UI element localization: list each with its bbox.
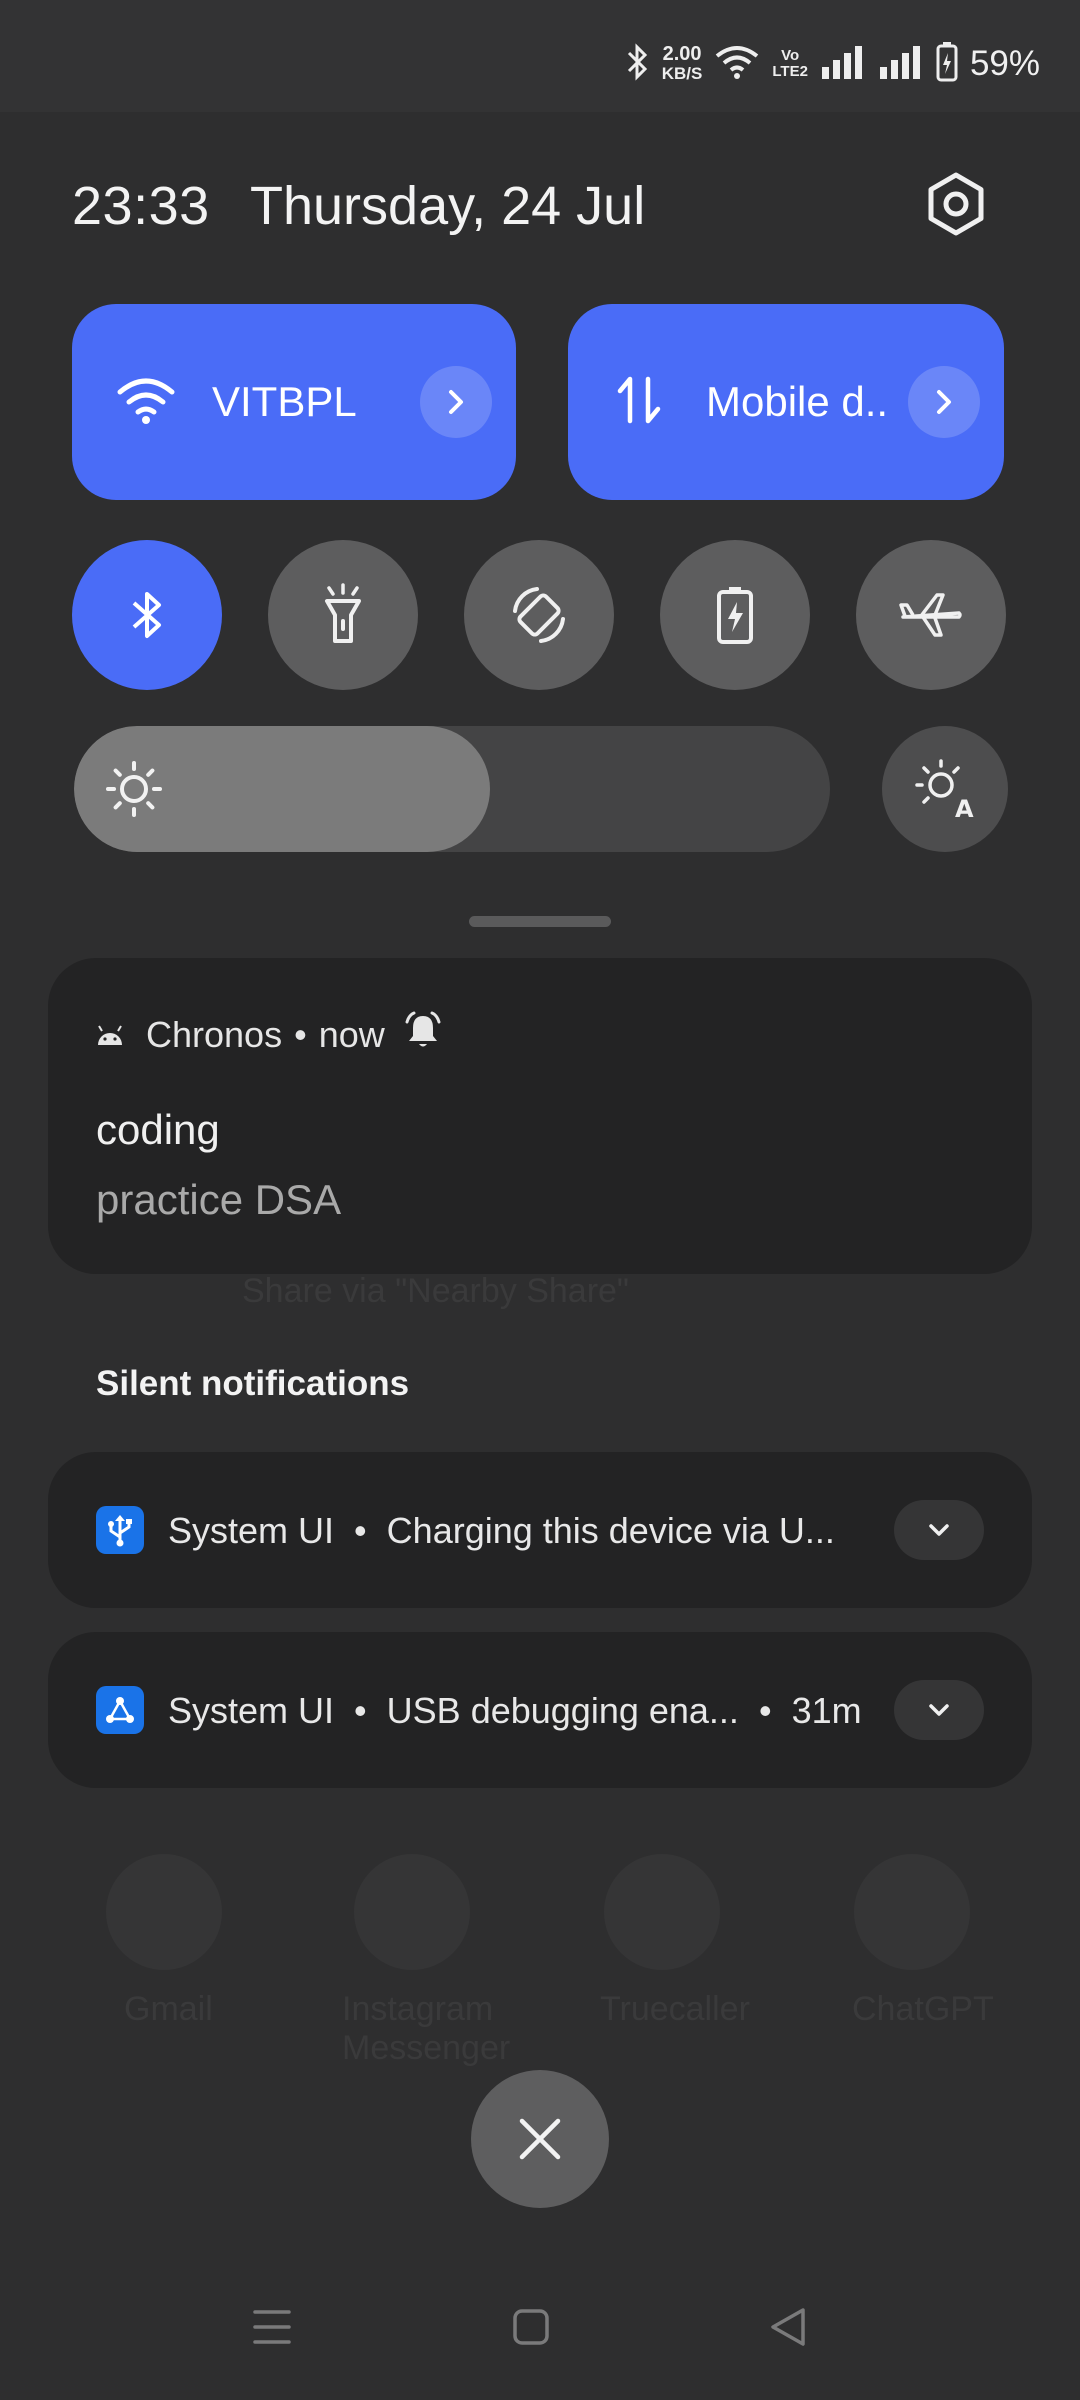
navigation-bar [0, 2270, 1080, 2400]
clock[interactable]: 23:33 [72, 175, 210, 237]
flashlight-toggle[interactable] [268, 540, 418, 690]
svg-text:A: A [955, 795, 974, 821]
square-home-icon [513, 2309, 549, 2345]
background-app-label: Truecaller [600, 1990, 750, 2028]
wifi-tile[interactable]: VITBPL [72, 304, 516, 500]
battery-percent: 59% [969, 44, 1040, 83]
debug-app-badge [96, 1686, 144, 1734]
chatgpt-app-icon [854, 1854, 970, 1970]
volte-indicator: Vo LTE2 [772, 47, 808, 80]
chevron-down-icon [929, 1704, 949, 1716]
separator-dot: • [758, 1690, 772, 1731]
truecaller-app-icon [604, 1854, 720, 1970]
notification-title: coding [96, 1106, 220, 1153]
chevron-down-icon [929, 1524, 949, 1536]
auto-brightness-icon: A [915, 759, 974, 821]
notification-time: now [318, 1013, 385, 1055]
brightness-slider[interactable] [74, 726, 830, 852]
rotate-icon [513, 587, 565, 643]
separator-dot: • [294, 1013, 307, 1055]
expand-button[interactable] [894, 1500, 984, 1560]
notification-app-name: System UI [168, 1690, 335, 1731]
auto-rotate-toggle[interactable] [464, 540, 614, 690]
alarm-bell-icon [403, 1010, 443, 1059]
home-button[interactable] [512, 2308, 550, 2351]
notification-time: 31m [791, 1690, 862, 1731]
usb-debugging-icon [106, 1697, 134, 1723]
settings-button[interactable] [920, 168, 992, 240]
battery-charging-icon [936, 41, 958, 87]
wifi-details-button[interactable] [420, 366, 492, 438]
bluetooth-icon [132, 592, 161, 638]
mobile-data-tile[interactable]: Mobile d.. [568, 304, 1004, 500]
brightness-icon [104, 759, 164, 824]
notification-summary: Charging this device via U... [386, 1510, 835, 1551]
bluetooth-status-icon [624, 42, 650, 86]
notification-app-name: Chronos [146, 1013, 283, 1055]
notification-text: practice DSA [96, 1176, 342, 1223]
battery-saver-toggle[interactable] [660, 540, 810, 690]
separator-dot: • [354, 1510, 367, 1551]
wifi-status-icon [714, 44, 760, 85]
wifi-network-name: VITBPL [212, 378, 357, 425]
airplane-icon [899, 593, 962, 637]
chevron-right-icon [449, 390, 463, 414]
flashlight-icon [325, 583, 361, 643]
recents-button[interactable] [252, 2308, 292, 2351]
usb-icon [108, 1515, 132, 1547]
menu-icon [253, 2310, 291, 2344]
signal-sim2-icon [878, 45, 924, 84]
signal-sim1-icon [820, 45, 866, 84]
bluetooth-toggle[interactable] [72, 540, 222, 690]
mobile-data-details-button[interactable] [908, 366, 980, 438]
android-app-icon [96, 1014, 124, 1056]
triangle-back-icon [771, 2308, 805, 2346]
usb-app-badge [96, 1506, 144, 1554]
wifi-icon [116, 375, 176, 430]
separator-dot: • [354, 1690, 367, 1731]
network-speed: 2.00 KB/S [661, 43, 703, 83]
charging-notification-text: System UI • Charging this device via U..… [168, 1510, 835, 1552]
chevron-right-icon [937, 390, 951, 414]
clear-all-button[interactable] [471, 2070, 609, 2208]
background-app-label: Instagram Messenger [342, 1990, 511, 2067]
settings-icon [928, 172, 984, 236]
airplane-mode-toggle[interactable] [856, 540, 1006, 690]
silent-notifications-header: Silent notifications [96, 1364, 410, 1403]
auto-brightness-toggle[interactable]: A [882, 726, 1008, 852]
mobile-data-label: Mobile d.. [706, 378, 889, 425]
notification-app-name: System UI [168, 1510, 335, 1551]
background-app-label: Gmail [124, 1990, 213, 2028]
background-share-text: Share via "Nearby Share" [242, 1272, 629, 1310]
expand-button[interactable] [894, 1680, 984, 1740]
battery-saver-icon [717, 587, 753, 644]
instagram-messenger-app-icon [354, 1854, 470, 1970]
usb-debugging-notification-text: System UI • USB debugging ena... • 31m [168, 1690, 862, 1732]
notification-header: Chronos • now [96, 1010, 443, 1059]
date[interactable]: Thursday, 24 Jul [250, 175, 645, 237]
background-app-label: ChatGPT [852, 1990, 994, 2028]
mobile-data-arrows-icon [616, 375, 662, 430]
close-icon [519, 2118, 561, 2160]
back-button[interactable] [768, 2306, 808, 2353]
panel-drag-handle[interactable] [469, 916, 611, 927]
notification-summary: USB debugging ena... [386, 1690, 739, 1731]
gmail-app-icon [106, 1854, 222, 1970]
status-icons: 2.00 KB/S Vo LTE2 59% [624, 41, 1040, 87]
